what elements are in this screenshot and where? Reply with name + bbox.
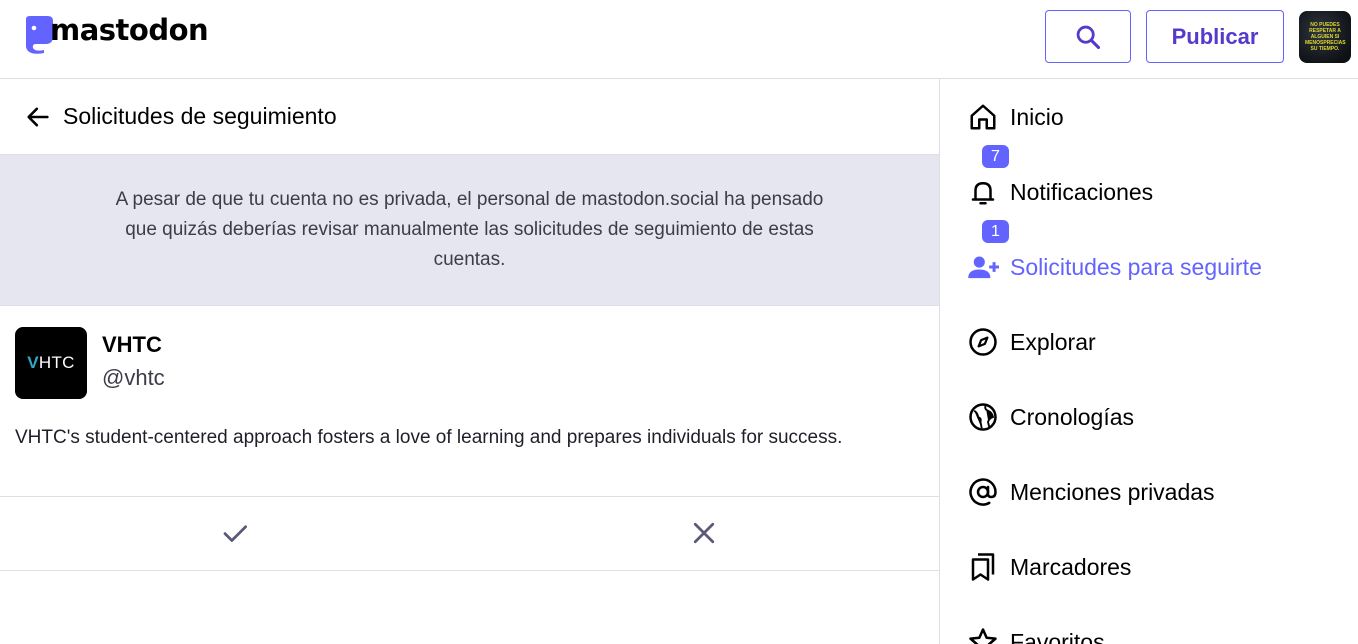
logo-wordmark: mastodon: [50, 13, 209, 47]
account-bio: VHTC's student-centered approach fosters…: [15, 427, 843, 448]
avatar-text: NO PUEDES RESPETAR A ALGUIEN SI MENOSPRE…: [1305, 22, 1346, 52]
follow-requests-notice: A pesar de que tu cuenta no es privada, …: [0, 155, 939, 306]
notice-text: A pesar de que tu cuenta no es privada, …: [115, 189, 824, 270]
person-add-icon: 1: [967, 220, 1009, 283]
back-button[interactable]: [24, 103, 52, 131]
mastodon-logo[interactable]: mastodon: [22, 13, 209, 55]
nav-item-notifications[interactable]: 7 Notificaciones: [967, 145, 1154, 212]
follow-request-actions: [0, 497, 939, 571]
nav-label: Cronologías: [1010, 403, 1135, 430]
column-header: Solicitudes de seguimiento: [0, 79, 939, 155]
search-button[interactable]: [1045, 10, 1131, 63]
nav-item-bookmarks[interactable]: Marcadores: [967, 547, 1131, 587]
follow-requests-column: Solicitudes de seguimiento A pesar de qu…: [0, 79, 939, 644]
nav-label: Marcadores: [1010, 553, 1132, 580]
account-avatar[interactable]: VHTC: [15, 327, 87, 399]
nav-item-home[interactable]: Inicio: [967, 97, 1064, 137]
reject-button[interactable]: [686, 515, 722, 551]
bookmarks-icon: [967, 551, 999, 583]
nav-item-private-mentions[interactable]: Menciones privadas: [967, 472, 1215, 512]
compass-icon: [967, 326, 999, 358]
follow-request-item: VHTC VHTC @vhtc VHTC's student-centered …: [0, 306, 939, 497]
at-icon: [967, 476, 999, 508]
top-bar: mastodon Publicar NO PUEDES RESPETAR A A…: [0, 0, 1358, 79]
nav-item-favourites[interactable]: Favoritos: [967, 622, 1105, 644]
follow-requests-badge: 1: [982, 220, 1009, 243]
close-icon: [693, 522, 715, 544]
publish-button[interactable]: Publicar: [1146, 10, 1284, 63]
avatar[interactable]: NO PUEDES RESPETAR A ALGUIEN SI MENOSPRE…: [1299, 11, 1351, 63]
page-title: Solicitudes de seguimiento: [63, 103, 337, 129]
navigation-sidebar: Inicio 7 Notificaciones 1 Solicitudes pa…: [939, 79, 1358, 644]
avatar-prefix: V: [27, 353, 39, 372]
star-icon: [967, 626, 999, 644]
nav-label: Notificaciones: [1010, 178, 1154, 205]
nav-label: Favoritos: [1010, 628, 1105, 644]
nav-item-follow-requests[interactable]: 1 Solicitudes para seguirte: [967, 220, 1262, 287]
nav-label: Solicitudes para seguirte: [1010, 253, 1262, 280]
bell-icon: 7: [967, 145, 1009, 208]
account-avatar-text: VHTC: [27, 353, 74, 373]
account-handle[interactable]: @vhtc: [102, 365, 165, 391]
nav-item-explore[interactable]: Explorar: [967, 322, 1096, 362]
nav-label: Inicio: [1010, 103, 1064, 130]
globe-icon: [967, 401, 999, 433]
arrow-left-icon: [27, 107, 49, 126]
search-icon: [1076, 25, 1101, 49]
notifications-badge: 7: [982, 145, 1009, 168]
home-icon: [967, 101, 999, 133]
check-icon: [223, 525, 247, 542]
avatar-rest: HTC: [38, 353, 75, 372]
account-display-name[interactable]: VHTC: [102, 332, 162, 358]
nav-label: Explorar: [1010, 328, 1096, 355]
nav-label: Menciones privadas: [1010, 478, 1215, 505]
authorize-button[interactable]: [217, 515, 253, 551]
nav-item-timelines[interactable]: Cronologías: [967, 397, 1134, 437]
